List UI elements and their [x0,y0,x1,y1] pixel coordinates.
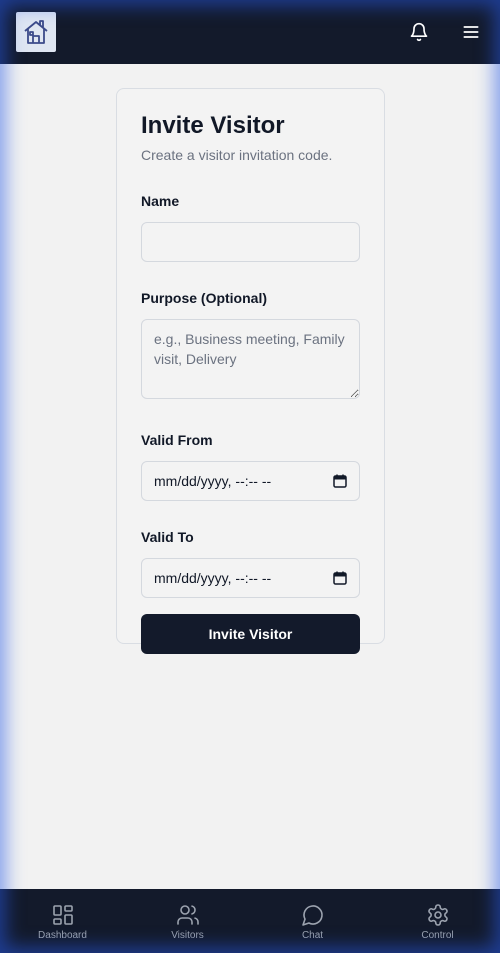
calendar-icon[interactable] [333,474,347,488]
name-input[interactable] [141,222,360,262]
nav-label-visitors: Visitors [171,930,204,941]
users-icon [176,905,199,925]
app-logo[interactable] [16,12,56,52]
nav-item-chat[interactable]: Chat [250,901,375,941]
top-bar [0,0,500,64]
name-label: Name [141,193,180,209]
notifications-button[interactable] [408,21,430,43]
grid-icon [52,905,73,925]
valid-to-input[interactable]: mm/dd/yyyy, --:-- -- [141,558,360,598]
hamburger-menu-icon [463,26,479,38]
nav-label-chat: Chat [301,930,324,941]
valid-to-value: mm/dd/yyyy, --:-- -- [154,570,272,586]
page-subtitle: Create a visitor invitation code. [141,147,333,163]
menu-button[interactable] [460,21,482,43]
valid-from-input[interactable]: mm/dd/yyyy, --:-- -- [141,461,360,501]
chat-bubble-icon [301,905,323,926]
valid-from-value: mm/dd/yyyy, --:-- -- [154,473,272,489]
nav-item-visitors[interactable]: Visitors [125,901,250,941]
nav-item-control[interactable]: Control [375,901,500,941]
calendar-icon[interactable] [333,571,347,585]
nav-label-dashboard: Dashboard [38,930,87,941]
purpose-label: Purpose (Optional) [141,290,267,306]
bottom-nav: Dashboard Visitors Chat Control [0,889,500,953]
bell-icon [410,22,428,42]
invite-visitor-card: Invite Visitor Create a visitor invitati… [116,88,385,654]
house-logo-icon [24,20,48,44]
valid-from-label: Valid From [141,432,213,448]
purpose-textarea[interactable] [141,319,360,399]
gear-icon [427,904,448,926]
nav-label-control: Control [421,930,454,941]
invite-visitor-button[interactable]: Invite Visitor [141,614,360,654]
nav-item-dashboard[interactable]: Dashboard [0,901,125,941]
valid-to-label: Valid To [141,529,194,545]
page-title: Invite Visitor [141,112,285,139]
